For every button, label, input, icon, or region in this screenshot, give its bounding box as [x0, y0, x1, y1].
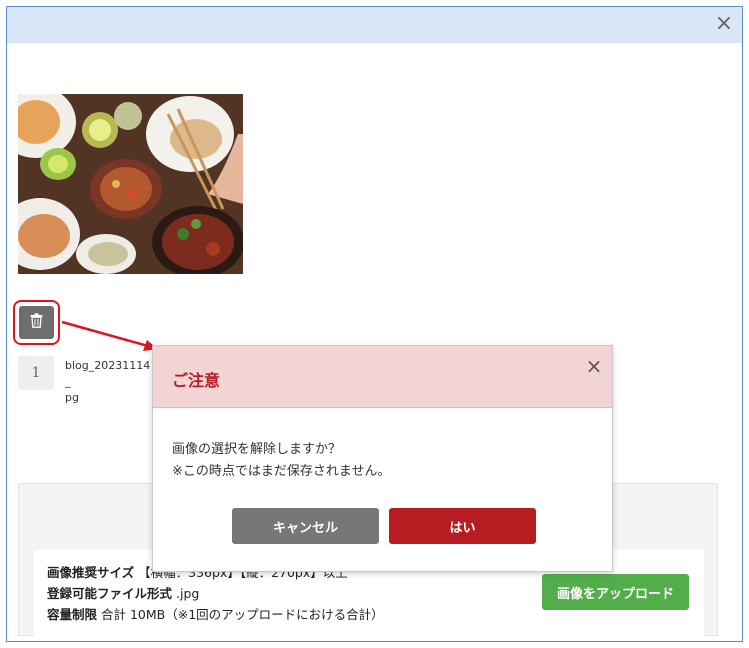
limit-label: 容量制限	[47, 607, 98, 622]
limit-requirement: 容量制限 合計 10MB（※1回のアップロードにおける合計）	[47, 604, 384, 623]
dialog-message: 画像の選択を解除しますか？ ※この時点ではまだ保存されません。	[172, 439, 391, 483]
food-photo-thumbnail	[18, 94, 243, 274]
dialog-message-line2: ※この時点ではまだ保存されません。	[172, 464, 391, 479]
yes-button[interactable]: はい	[389, 508, 536, 544]
dialog-header: ご注意 ×	[153, 346, 612, 408]
close-icon[interactable]: ×	[712, 12, 736, 36]
cancel-button[interactable]: キャンセル	[232, 508, 379, 544]
image-index: 1	[18, 356, 54, 390]
delete-image-button[interactable]	[19, 306, 54, 339]
format-requirement: 登録可能ファイル形式 .jpg	[47, 583, 199, 602]
upload-image-button[interactable]: 画像をアップロード	[542, 574, 689, 610]
dialog-title: ご注意	[172, 371, 221, 390]
file-name: blog_20231114_ pg	[65, 359, 151, 404]
trash-icon	[30, 313, 43, 332]
size-label: 画像推奨サイズ	[47, 565, 135, 580]
limit-value: 合計 10MB（※1回のアップロードにおける合計）	[101, 607, 384, 622]
format-label: 登録可能ファイル形式	[47, 586, 173, 601]
dialog-close-icon[interactable]: ×	[583, 355, 605, 377]
modal-header: ×	[7, 7, 742, 43]
dialog-message-line1: 画像の選択を解除しますか？	[172, 442, 342, 457]
confirm-dialog: ご注意 × 画像の選択を解除しますか？ ※この時点ではまだ保存されません。 キャ…	[152, 345, 613, 572]
format-value: .jpg	[176, 586, 200, 601]
